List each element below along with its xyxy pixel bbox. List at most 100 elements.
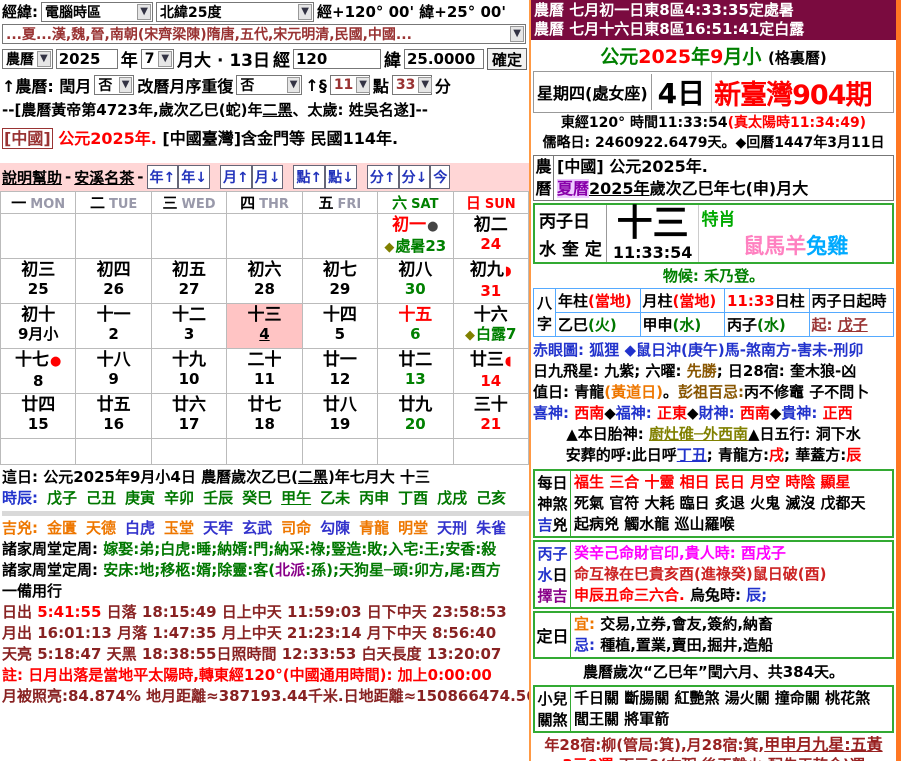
tea-link[interactable]: 安溪名茶 bbox=[74, 167, 134, 188]
weekday-header-sun: 日SUN bbox=[453, 192, 528, 214]
confirm-button[interactable]: 確定 bbox=[487, 48, 527, 70]
hour-down-button[interactable]: 點↓ bbox=[325, 165, 357, 189]
calendar-day-cell[interactable]: 十六◆白露7 bbox=[453, 304, 528, 349]
app-window: 經緯: 電腦時區▼ 北緯25度▼ 經+120° 00' 緯+25° 00' ..… bbox=[0, 0, 901, 761]
calendar-day-cell[interactable]: 廿七18 bbox=[227, 394, 302, 439]
inauspicious-stars: 死氣 官符 大耗 臨日 炙退 火鬼 滅沒 戊都天 bbox=[574, 493, 889, 514]
god-direction: 正西 bbox=[823, 404, 853, 422]
weekday-header-thr: 四THR bbox=[227, 192, 302, 214]
jixiong-star: 天牢 bbox=[203, 519, 233, 537]
jixiong-star: 青龍 bbox=[359, 519, 389, 537]
latitude-input[interactable] bbox=[404, 49, 484, 69]
calendar-day-cell[interactable]: 初七29 bbox=[302, 259, 377, 304]
calendar-day-cell[interactable]: 三十21 bbox=[453, 394, 528, 439]
calendar-day-cell[interactable]: 廿九20 bbox=[378, 394, 453, 439]
calendar-day-cell[interactable]: 初八30 bbox=[378, 259, 453, 304]
year-pillar-header: 年柱(當地) bbox=[556, 289, 641, 313]
lunar-line-1: [中國] 公元2025年. bbox=[557, 156, 893, 178]
year-pillar-value: 乙巳(火) bbox=[556, 313, 641, 337]
calendar-day-cell[interactable]: 十一2 bbox=[76, 304, 151, 349]
leap-month-select[interactable]: 否▼ bbox=[94, 75, 134, 95]
minute-down-button[interactable]: 分↓ bbox=[399, 165, 431, 189]
hour-up-button[interactable]: 點↑ bbox=[293, 165, 325, 189]
month-down-button[interactable]: 月↓ bbox=[252, 165, 284, 189]
shichen-stem: 丁酉 bbox=[398, 489, 428, 507]
calendar-day-cell[interactable]: 廿八19 bbox=[302, 394, 377, 439]
chevron-down-icon: ▼ bbox=[119, 77, 133, 93]
calendar-day-cell[interactable]: 初二24 bbox=[453, 214, 528, 259]
calendar-day-cell[interactable]: 初六28 bbox=[227, 259, 302, 304]
longitude-input[interactable] bbox=[293, 49, 381, 69]
time-line: 東經120° 時間11:33:54(真太陽時11:34:49) bbox=[531, 113, 896, 133]
year-down-button[interactable]: 年↓ bbox=[178, 165, 210, 189]
calendar-empty-cell bbox=[302, 214, 377, 259]
today-button[interactable]: 今 bbox=[430, 165, 450, 189]
calendar-empty-cell bbox=[453, 439, 528, 465]
god-label: 福神: bbox=[616, 404, 657, 422]
day-number: 4日 bbox=[652, 72, 712, 112]
calendar-day-cell[interactable]: 十三4 bbox=[227, 304, 302, 349]
jixiong-star: 玄武 bbox=[242, 519, 272, 537]
help-link[interactable]: 說明幫助 bbox=[2, 167, 62, 188]
calendar-day-cell[interactable]: 十五6 bbox=[378, 304, 453, 349]
year-up-button[interactable]: 年↑ bbox=[147, 165, 179, 189]
options-row: ↑農曆: 閏月 否▼ 改曆月序重復 否▼ ↑§ 11▼ 點 33▼ 分 bbox=[0, 72, 529, 98]
month-repeat-select[interactable]: 否▼ bbox=[236, 75, 302, 95]
calendar-type-select[interactable]: 農曆▼ bbox=[2, 49, 53, 69]
calendar-day-cell[interactable]: 十八9 bbox=[76, 349, 151, 394]
era-select-row: ...夏...漢,魏,晉,南朝(宋齊梁陳)隋唐,五代,宋元明清,民國,中國...… bbox=[0, 23, 529, 45]
lucky-gods-line: 喜神: 西南◆福神: 正東◆財神: 西南◆貴神: 正西 bbox=[533, 403, 894, 424]
fortune-line: 命互祿在巳貴亥酉(進祿癸)鼠日破(酉) bbox=[574, 564, 889, 585]
chevron-down-icon: ▼ bbox=[158, 51, 172, 67]
minute-select[interactable]: 33▼ bbox=[392, 75, 432, 95]
moon-phase-icon: ● bbox=[50, 354, 61, 369]
month-pillar-value: 甲申(水) bbox=[640, 313, 725, 337]
minute-up-button[interactable]: 分↑ bbox=[367, 165, 399, 189]
day-elements: 水 奎 定 bbox=[539, 235, 602, 260]
calendar-day-cell[interactable]: 初一●◆處暑23 bbox=[378, 214, 453, 259]
calendar-day-cell[interactable]: 初十9月小 bbox=[1, 304, 76, 349]
weekday-header-tue: 二TUE bbox=[76, 192, 151, 214]
longitude-label: 經 bbox=[273, 46, 290, 71]
timezone-select[interactable]: 電腦時區▼ bbox=[41, 2, 153, 22]
calendar-day-cell[interactable]: 廿六17 bbox=[151, 394, 226, 439]
calendar-empty-cell bbox=[227, 214, 302, 259]
calendar-day-cell[interactable]: 廿四15 bbox=[1, 394, 76, 439]
calendar-day-cell[interactable]: 廿一12 bbox=[302, 349, 377, 394]
calendar-empty-cell bbox=[1, 439, 76, 465]
calendar-day-cell[interactable]: 十九10 bbox=[151, 349, 226, 394]
calendar-day-cell[interactable]: 二十11 bbox=[227, 349, 302, 394]
weekday-header-wed: 三WED bbox=[151, 192, 226, 214]
hour-select[interactable]: 11▼ bbox=[330, 75, 370, 95]
calendar-day-cell[interactable]: 初九◗31 bbox=[453, 259, 528, 304]
child-guan-line-1: 千日關 斷腸關 紅艷煞 湯火關 撞命關 桃花煞 bbox=[574, 688, 889, 709]
month-up-button[interactable]: 月↑ bbox=[220, 165, 252, 189]
calendar-day-cell[interactable]: 十七●8 bbox=[1, 349, 76, 394]
calendar-day-cell[interactable]: 初三25 bbox=[1, 259, 76, 304]
chevron-down-icon: ▼ bbox=[137, 4, 151, 20]
shichen-stem: 戊戌 bbox=[437, 489, 467, 507]
jixiong-star: 金匱 bbox=[47, 519, 77, 537]
flying-star-line: 日九飛星: 九紫; 六曜: 先勝; 日28宿: 奎木狼-凶 bbox=[533, 361, 894, 382]
calendar-day-cell[interactable]: 廿三◖14 bbox=[453, 349, 528, 394]
phenology-line: 物候: 禾乃登。 bbox=[531, 266, 896, 286]
day-pillar-box: 丙子日 水 奎 定 十三 11:33:54 特肖 鼠馬羊兔雞 bbox=[533, 203, 894, 264]
latitude-select[interactable]: 北緯25度▼ bbox=[156, 2, 314, 22]
month-select[interactable]: 7▼ bbox=[141, 49, 174, 69]
calendar-day-cell[interactable]: 初五27 bbox=[151, 259, 226, 304]
calendar-day-cell[interactable]: 十二3 bbox=[151, 304, 226, 349]
latlng-label: 經緯: bbox=[2, 1, 38, 22]
divider bbox=[2, 511, 529, 516]
dynasty-era-select[interactable]: ...夏...漢,魏,晉,南朝(宋齊梁陳)隋唐,五代,宋元明清,民國,中國...… bbox=[2, 24, 526, 44]
huangdi-era-line: --[農曆黃帝第4723年,歲次乙巳(蛇)年二黑、太歲: 姓吳名遂]-- bbox=[0, 98, 529, 121]
lunar-year-box: 農曆 [中國] 公元2025年. 夏曆2025年歲次乙巳年七(申)月大 bbox=[533, 155, 894, 201]
month-size-label: 月大 · 13日 bbox=[177, 46, 270, 71]
calendar-day-cell[interactable]: 廿二13 bbox=[378, 349, 453, 394]
lunar-day-big: 十三 bbox=[613, 205, 693, 243]
calendar-day-cell[interactable]: 十四5 bbox=[302, 304, 377, 349]
sun-times-line: 日出 5:41:55 日落 18:15:49 日上中天 11:59:03 日下中… bbox=[2, 602, 529, 623]
year-input[interactable] bbox=[56, 49, 118, 69]
calendar-day-cell[interactable]: 初四26 bbox=[76, 259, 151, 304]
calendar-day-cell[interactable]: 廿五16 bbox=[76, 394, 151, 439]
shichen-label: 時辰: bbox=[2, 489, 38, 507]
